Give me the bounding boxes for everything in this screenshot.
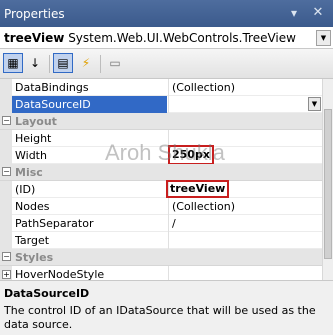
property-name: PathSeparator xyxy=(15,217,94,230)
property-row[interactable]: DataBindings (Collection) xyxy=(0,79,322,96)
events-icon: ⚡ xyxy=(81,56,91,70)
description-text: The control ID of an IDataSource that wi… xyxy=(4,304,316,331)
collapse-icon[interactable]: − xyxy=(2,252,11,261)
property-name: Nodes xyxy=(15,200,50,213)
window-title-bar: Properties ▾ ✕ xyxy=(0,0,333,27)
property-grid: DataBindings (Collection) DataSourceID ▼… xyxy=(0,79,333,280)
description-title: DataSourceID xyxy=(4,287,90,300)
object-type: System.Web.UI.WebControls.TreeView xyxy=(68,31,296,45)
collapse-icon[interactable]: − xyxy=(2,167,11,176)
highlighted-value: 250px xyxy=(168,145,214,165)
vertical-scrollbar[interactable] xyxy=(322,79,333,280)
property-name: DataBindings xyxy=(15,81,89,94)
toolbar-separator xyxy=(100,55,101,73)
property-name: Width xyxy=(15,149,47,162)
category-name: Misc xyxy=(15,166,43,179)
object-dropdown-icon[interactable]: ▼ xyxy=(316,30,331,46)
property-row[interactable]: Height xyxy=(0,130,322,147)
object-selector[interactable]: treeView System.Web.UI.WebControls.TreeV… xyxy=(0,27,333,49)
collapse-icon[interactable]: − xyxy=(2,116,11,125)
highlighted-value: treeView xyxy=(166,180,230,198)
property-pages-icon: ▭ xyxy=(109,56,121,70)
scrollbar-thumb[interactable] xyxy=(324,109,332,259)
property-value[interactable]: (Collection) xyxy=(168,198,322,215)
property-value[interactable]: 250px xyxy=(168,145,322,165)
property-row[interactable]: Target xyxy=(0,232,322,249)
property-pages-button[interactable]: ▭ xyxy=(105,53,125,73)
events-button[interactable]: ⚡ xyxy=(76,53,96,73)
property-row-selected[interactable]: DataSourceID ▼ xyxy=(0,96,322,113)
category-name: Styles xyxy=(15,251,54,264)
category-row-misc[interactable]: − Misc xyxy=(0,164,322,181)
property-value[interactable] xyxy=(168,232,322,249)
property-value[interactable] xyxy=(168,266,322,280)
property-name: HoverNodeStyle xyxy=(15,268,105,280)
alphabetical-icon: ↓ xyxy=(29,56,41,70)
properties-toolbar: ▦ ↓ ▤ ⚡ ▭ xyxy=(0,49,333,79)
window-title: Properties xyxy=(4,7,65,21)
properties-icon: ▤ xyxy=(57,56,69,70)
property-name: Target xyxy=(15,234,50,247)
property-value[interactable]: ▼ xyxy=(168,96,322,113)
property-name: (ID) xyxy=(15,183,36,196)
expand-icon[interactable]: + xyxy=(2,270,11,279)
property-value[interactable]: / xyxy=(168,215,322,232)
chevron-down-icon[interactable]: ▼ xyxy=(308,97,321,111)
property-row[interactable]: PathSeparator / xyxy=(0,215,322,232)
property-row[interactable]: + HoverNodeStyle xyxy=(0,266,322,280)
property-value[interactable]: treeView xyxy=(166,180,322,198)
property-value[interactable]: (Collection) xyxy=(168,79,322,96)
property-row[interactable]: Nodes (Collection) xyxy=(0,198,322,215)
property-row[interactable]: Width 250px xyxy=(0,145,322,165)
description-panel: DataSourceID The control ID of an IDataS… xyxy=(0,280,333,335)
object-name: treeView xyxy=(4,31,65,45)
toolbar-separator xyxy=(49,55,50,73)
categorized-icon: ▦ xyxy=(7,56,19,70)
alphabetical-button[interactable]: ↓ xyxy=(25,53,45,73)
category-row-layout[interactable]: − Layout xyxy=(0,113,322,130)
properties-button[interactable]: ▤ xyxy=(53,53,73,73)
category-row-styles[interactable]: − Styles xyxy=(0,249,322,266)
categorized-button[interactable]: ▦ xyxy=(3,53,23,73)
property-row[interactable]: (ID) treeView xyxy=(0,180,322,198)
property-name: DataSourceID xyxy=(12,96,167,113)
close-icon[interactable]: ✕ xyxy=(309,4,327,22)
property-name: Height xyxy=(15,132,52,145)
pin-icon[interactable]: ▾ xyxy=(285,4,303,22)
category-name: Layout xyxy=(15,115,57,128)
